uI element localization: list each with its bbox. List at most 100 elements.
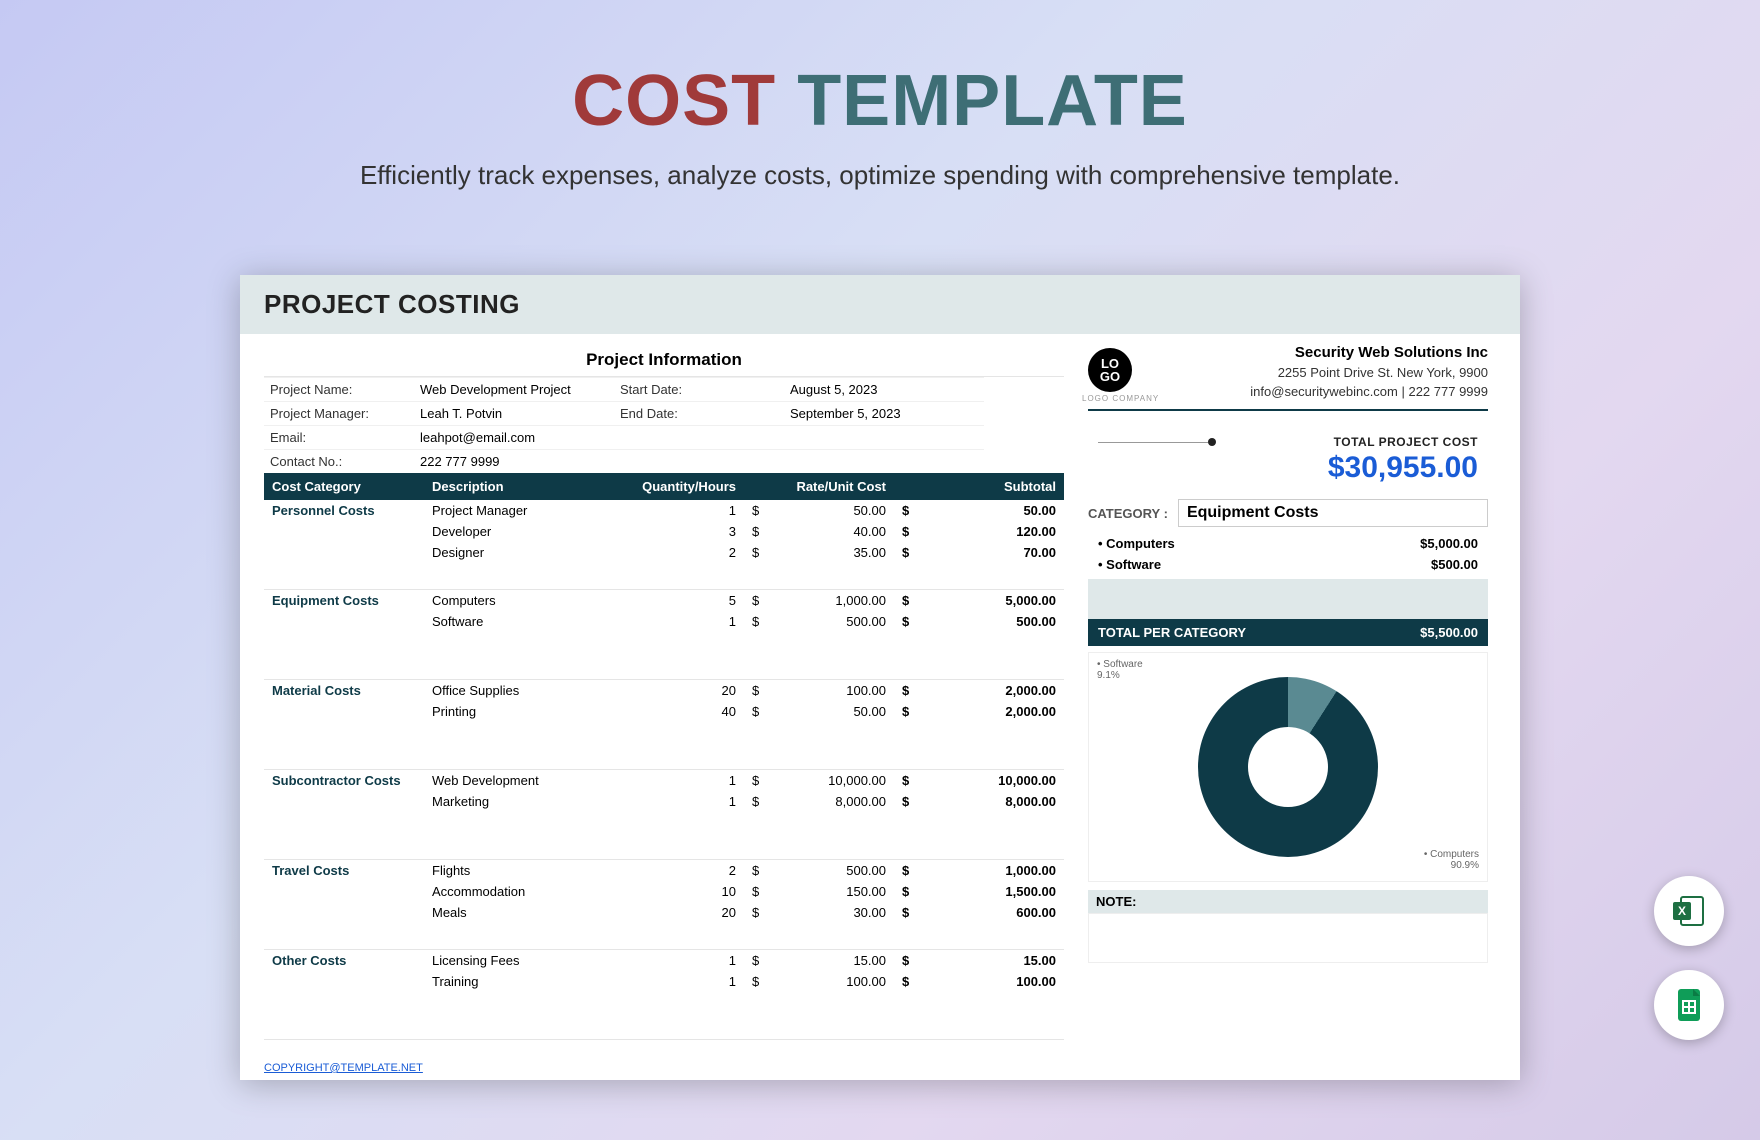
donut-icon bbox=[1198, 677, 1378, 857]
desc-cell[interactable]: Flights bbox=[424, 860, 614, 881]
rate-cell[interactable]: $10,000.00 bbox=[744, 770, 894, 791]
logo-icon: LO GO bbox=[1088, 348, 1132, 392]
qty-cell[interactable]: 5 bbox=[614, 590, 744, 611]
qty-cell[interactable]: 20 bbox=[614, 902, 744, 923]
value-contact[interactable]: 222 777 9999 bbox=[414, 449, 614, 473]
value-email[interactable]: leahpot@email.com bbox=[414, 425, 614, 449]
value-end-date[interactable]: September 5, 2023 bbox=[784, 401, 984, 425]
qty-cell[interactable]: 2 bbox=[614, 860, 744, 881]
th-rate: Rate/Unit Cost bbox=[744, 473, 894, 500]
rate-cell[interactable]: $500.00 bbox=[744, 611, 894, 632]
rate-cell[interactable]: $1,000.00 bbox=[744, 590, 894, 611]
value-start-date[interactable]: August 5, 2023 bbox=[784, 377, 984, 401]
rate-cell[interactable]: $100.00 bbox=[744, 971, 894, 992]
page-title: COST TEMPLATE bbox=[0, 60, 1760, 142]
subtotal-cell: $10,000.00 bbox=[894, 770, 1064, 791]
total-project-cost: TOTAL PROJECT COST $30,955.00 bbox=[1088, 429, 1488, 491]
category-name: Material Costs bbox=[264, 680, 424, 722]
subtotal-cell: $120.00 bbox=[894, 521, 1064, 542]
desc-cell[interactable]: Meals bbox=[424, 902, 614, 923]
subtotal-cell: $50.00 bbox=[894, 500, 1064, 521]
desc-cell[interactable]: Software bbox=[424, 611, 614, 632]
copyright-link[interactable]: COPYRIGHT@TEMPLATE.NET bbox=[264, 1062, 423, 1074]
note-section: NOTE: bbox=[1088, 890, 1488, 963]
value-project-manager[interactable]: Leah T. Potvin bbox=[414, 401, 614, 425]
qty-cell[interactable]: 1 bbox=[614, 770, 744, 791]
donut-label-software: • Software9.1% bbox=[1097, 659, 1143, 681]
right-column: LO GO LOGO COMPANY Security Web Solution… bbox=[1088, 344, 1488, 1040]
category-name: Subcontractor Costs bbox=[264, 770, 424, 812]
desc-cell[interactable]: Licensing Fees bbox=[424, 950, 614, 971]
rate-cell[interactable]: $100.00 bbox=[744, 680, 894, 701]
rate-cell[interactable]: $35.00 bbox=[744, 542, 894, 563]
label-project-name: Project Name: bbox=[264, 377, 414, 401]
desc-cell[interactable]: Office Supplies bbox=[424, 680, 614, 701]
value-project-name[interactable]: Web Development Project bbox=[414, 377, 614, 401]
spreadsheet-preview: PROJECT COSTING Project Information Proj… bbox=[240, 275, 1520, 1080]
desc-cell[interactable]: Computers bbox=[424, 590, 614, 611]
excel-icon[interactable]: X bbox=[1654, 876, 1724, 946]
item-value: $500.00 bbox=[1431, 557, 1478, 572]
rate-cell[interactable]: $500.00 bbox=[744, 860, 894, 881]
desc-cell[interactable]: Developer bbox=[424, 521, 614, 542]
left-column: Project Information Project Name: Web De… bbox=[264, 344, 1064, 1040]
rate-cell[interactable]: $50.00 bbox=[744, 500, 894, 521]
cost-category-block: Travel CostsFlights2$500.00$1,000.00Acco… bbox=[264, 860, 1064, 950]
qty-cell[interactable]: 2 bbox=[614, 542, 744, 563]
subtotal-cell: $600.00 bbox=[894, 902, 1064, 923]
desc-cell[interactable]: Web Development bbox=[424, 770, 614, 791]
cost-category-block: Equipment CostsComputers5$1,000.00$5,000… bbox=[264, 590, 1064, 680]
company-name: Security Web Solutions Inc bbox=[1088, 344, 1488, 361]
title-word-2: TEMPLATE bbox=[797, 61, 1188, 141]
subtotal-cell: $8,000.00 bbox=[894, 791, 1064, 812]
category-name: Equipment Costs bbox=[264, 590, 424, 632]
cost-category-block: Subcontractor CostsWeb Development1$10,0… bbox=[264, 770, 1064, 860]
svg-text:X: X bbox=[1678, 904, 1686, 918]
desc-cell[interactable]: Project Manager bbox=[424, 500, 614, 521]
subtotal-cell: $100.00 bbox=[894, 971, 1064, 992]
qty-cell[interactable]: 3 bbox=[614, 521, 744, 542]
item-value: $5,000.00 bbox=[1420, 536, 1478, 551]
desc-cell[interactable]: Training bbox=[424, 971, 614, 992]
desc-cell[interactable]: Marketing bbox=[424, 791, 614, 812]
subtotal-cell: $1,000.00 bbox=[894, 860, 1064, 881]
category-label: CATEGORY : bbox=[1088, 506, 1168, 521]
rate-cell[interactable]: $50.00 bbox=[744, 701, 894, 722]
cost-category-block: Other CostsLicensing Fees1$15.00$15.00Tr… bbox=[264, 950, 1064, 1040]
label-start-date: Start Date: bbox=[614, 377, 784, 401]
label-email: Email: bbox=[264, 425, 414, 449]
sheets-icon[interactable] bbox=[1654, 970, 1724, 1040]
note-body[interactable] bbox=[1088, 913, 1488, 963]
th-category: Cost Category bbox=[264, 473, 424, 500]
breakdown-filler bbox=[1088, 579, 1488, 619]
rate-cell[interactable]: $30.00 bbox=[744, 902, 894, 923]
cost-category-block: Material CostsOffice Supplies20$100.00$2… bbox=[264, 680, 1064, 770]
desc-cell[interactable]: Printing bbox=[424, 701, 614, 722]
qty-cell[interactable]: 1 bbox=[614, 791, 744, 812]
qty-cell[interactable]: 1 bbox=[614, 971, 744, 992]
cost-table-header: Cost Category Description Quantity/Hours… bbox=[264, 473, 1064, 500]
rate-cell[interactable]: $8,000.00 bbox=[744, 791, 894, 812]
category-breakdown: • Computers$5,000.00 • Software$500.00 bbox=[1088, 533, 1488, 619]
category-name: Other Costs bbox=[264, 950, 424, 992]
desc-cell[interactable]: Accommodation bbox=[424, 881, 614, 902]
project-info-title: Project Information bbox=[264, 344, 1064, 377]
project-info-grid: Project Name: Web Development Project St… bbox=[264, 377, 1064, 473]
rate-cell[interactable]: $150.00 bbox=[744, 881, 894, 902]
th-subtotal: Subtotal bbox=[894, 473, 1064, 500]
category-dropdown[interactable]: Equipment Costs bbox=[1178, 499, 1488, 527]
company-block: LO GO LOGO COMPANY Security Web Solution… bbox=[1088, 344, 1488, 411]
qty-cell[interactable]: 1 bbox=[614, 500, 744, 521]
qty-cell[interactable]: 40 bbox=[614, 701, 744, 722]
subtotal-cell: $500.00 bbox=[894, 611, 1064, 632]
rate-cell[interactable]: $40.00 bbox=[744, 521, 894, 542]
qty-cell[interactable]: 10 bbox=[614, 881, 744, 902]
qty-cell[interactable]: 1 bbox=[614, 950, 744, 971]
qty-cell[interactable]: 20 bbox=[614, 680, 744, 701]
title-word-1: COST bbox=[572, 61, 776, 141]
rate-cell[interactable]: $15.00 bbox=[744, 950, 894, 971]
subtotal-cell: $2,000.00 bbox=[894, 680, 1064, 701]
label-end-date: End Date: bbox=[614, 401, 784, 425]
qty-cell[interactable]: 1 bbox=[614, 611, 744, 632]
desc-cell[interactable]: Designer bbox=[424, 542, 614, 563]
